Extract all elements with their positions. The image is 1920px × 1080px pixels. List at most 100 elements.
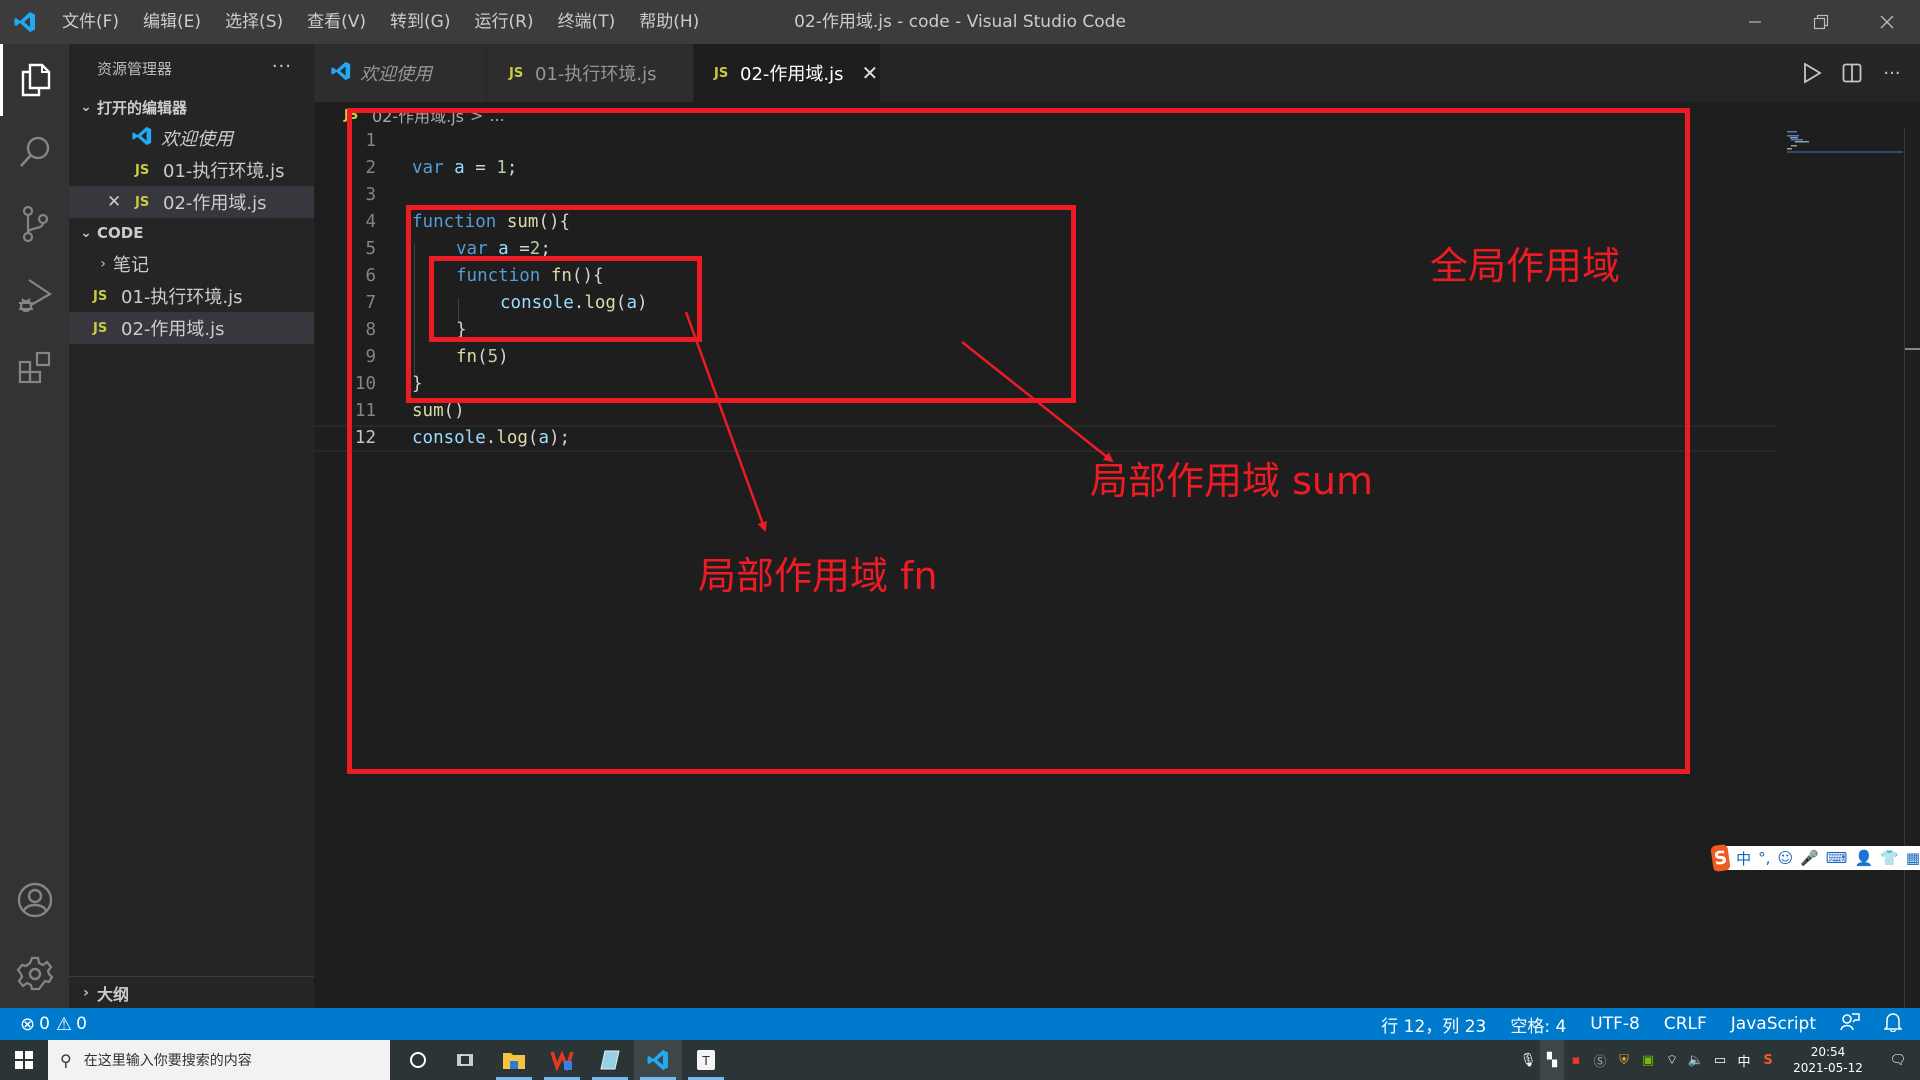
tray-nvidia-icon[interactable]: ▣ bbox=[1636, 1053, 1660, 1068]
open-editor-02[interactable]: ✕ JS 02-作用域.js bbox=[69, 186, 314, 218]
taskbar-file-explorer[interactable] bbox=[490, 1040, 538, 1080]
activity-manage[interactable] bbox=[0, 938, 69, 1010]
activity-run-debug[interactable] bbox=[0, 260, 69, 332]
ime-mode-chinese[interactable]: 中 bbox=[1736, 848, 1751, 869]
tray-app-icon[interactable]: ▚ bbox=[1540, 1040, 1564, 1080]
wifi-icon[interactable]: ⌔ bbox=[1660, 1052, 1684, 1068]
tray-security-icon[interactable]: ⛨ bbox=[1612, 1053, 1636, 1068]
menu-terminal[interactable]: 终端(T) bbox=[546, 0, 628, 44]
run-button[interactable] bbox=[1792, 62, 1832, 84]
split-editor-button[interactable] bbox=[1832, 63, 1872, 83]
tray-sogou-icon[interactable]: S bbox=[1756, 1053, 1780, 1068]
tree-file-02[interactable]: JS 02-作用域.js bbox=[69, 312, 314, 344]
windows-taskbar: ⚲ 在这里输入你要搜索的内容 T 🎙 ▚ ▪ Ⓢ ⛨ ▣ ⌔ 🔈 ▭ 中 S 2… bbox=[0, 1040, 1920, 1080]
language-mode[interactable]: JavaScript bbox=[1719, 1014, 1828, 1034]
tray-skype-icon[interactable]: Ⓢ bbox=[1588, 1051, 1612, 1070]
activity-explorer[interactable] bbox=[0, 44, 69, 116]
js-file-icon: JS bbox=[93, 320, 108, 336]
user-icon[interactable]: 👤 bbox=[1854, 849, 1873, 867]
taskbar-notepad-app[interactable] bbox=[586, 1040, 634, 1080]
folder-title: CODE bbox=[97, 224, 144, 242]
outline-section[interactable]: › 大纲 bbox=[69, 976, 314, 1008]
menu-run[interactable]: 运行(R) bbox=[462, 0, 545, 44]
menu-bar: 文件(F) 编辑(E) 选择(S) 查看(V) 转到(G) 运行(R) 终端(T… bbox=[50, 0, 711, 44]
clock[interactable]: 20:54 2021-05-12 bbox=[1788, 1044, 1868, 1076]
taskbar-typora[interactable]: T bbox=[682, 1040, 730, 1080]
error-icon: ⊗ bbox=[20, 1013, 36, 1035]
minimap[interactable] bbox=[1786, 128, 1904, 168]
encoding[interactable]: UTF-8 bbox=[1578, 1014, 1652, 1034]
end-of-line[interactable]: CRLF bbox=[1652, 1014, 1719, 1034]
close-tab-button[interactable]: ✕ bbox=[862, 61, 879, 85]
battery-icon[interactable]: ▭ bbox=[1708, 1053, 1732, 1068]
ime-toolbar[interactable]: S 中 °, ☺ 🎤 ⌨ 👤 👕 ▦ bbox=[1710, 843, 1920, 873]
taskbar-search-box[interactable]: ⚲ 在这里输入你要搜索的内容 bbox=[48, 1040, 390, 1080]
more-actions-button[interactable]: ··· bbox=[272, 56, 292, 77]
js-file-icon: JS bbox=[509, 65, 524, 81]
close-editor-button[interactable]: ✕ bbox=[107, 192, 121, 212]
minimize-icon bbox=[1749, 21, 1761, 23]
taskbar-vscode[interactable] bbox=[634, 1040, 682, 1080]
microphone-icon[interactable]: 🎤 bbox=[1800, 849, 1819, 867]
tray-ime-indicator[interactable]: 中 bbox=[1732, 1051, 1756, 1070]
menu-view[interactable]: 查看(V) bbox=[295, 0, 378, 44]
notepad-icon bbox=[600, 1050, 620, 1070]
task-view-button[interactable] bbox=[442, 1040, 490, 1080]
minimize-button[interactable] bbox=[1722, 0, 1788, 44]
vscode-icon bbox=[131, 125, 161, 152]
wps-icon bbox=[550, 1050, 574, 1071]
activity-source-control[interactable] bbox=[0, 188, 69, 260]
open-editor-01[interactable]: JS 01-执行环境.js bbox=[69, 154, 314, 186]
cursor-position[interactable]: 行 12，列 23 bbox=[1369, 1012, 1498, 1037]
editor-actions: ··· bbox=[1792, 44, 1912, 102]
vscode-logo-icon bbox=[0, 0, 50, 44]
tab-02-active[interactable]: JS 02-作用域.js ✕ bbox=[694, 44, 881, 102]
open-editor-welcome[interactable]: 欢迎使用 bbox=[69, 122, 314, 154]
skin-icon[interactable]: 👕 bbox=[1880, 849, 1899, 867]
clock-date: 2021-05-12 bbox=[1793, 1061, 1863, 1075]
notifications-button[interactable] bbox=[1872, 1012, 1920, 1037]
chevron-down-icon: ⌄ bbox=[80, 99, 92, 115]
status-bar: ⊗ 0 ⚠ 0 行 12，列 23 空格: 4 UTF-8 CRLF JavaS… bbox=[0, 1008, 1920, 1040]
menu-selection[interactable]: 选择(S) bbox=[213, 0, 295, 44]
close-window-button[interactable] bbox=[1854, 0, 1920, 44]
problems-indicator[interactable]: ⊗ 0 ⚠ 0 bbox=[0, 1014, 87, 1035]
start-button[interactable] bbox=[0, 1040, 48, 1080]
action-center-icon[interactable]: 🗨 bbox=[1876, 1053, 1920, 1068]
keyboard-icon[interactable]: ⌨ bbox=[1826, 849, 1848, 867]
menu-go[interactable]: 转到(G) bbox=[378, 0, 462, 44]
clock-time: 20:54 bbox=[1810, 1045, 1846, 1059]
cortana-button[interactable] bbox=[394, 1040, 442, 1080]
activity-search[interactable] bbox=[0, 116, 69, 188]
menu-edit[interactable]: 编辑(E) bbox=[131, 0, 213, 44]
taskbar-wps[interactable] bbox=[538, 1040, 586, 1080]
open-editors-section[interactable]: ⌄ 打开的编辑器 bbox=[69, 92, 314, 122]
ime-punctuation[interactable]: °, bbox=[1758, 849, 1770, 867]
feedback-button[interactable] bbox=[1828, 1012, 1872, 1037]
indentation[interactable]: 空格: 4 bbox=[1498, 1012, 1578, 1037]
tab-label: 01-执行环境.js bbox=[535, 64, 657, 85]
restore-button[interactable] bbox=[1788, 0, 1854, 44]
emoji-icon[interactable]: ☺ bbox=[1777, 849, 1793, 867]
run-debug-icon bbox=[18, 279, 52, 313]
activity-bar bbox=[0, 44, 69, 1008]
menu-help[interactable]: 帮助(H) bbox=[627, 0, 711, 44]
cortana-icon bbox=[410, 1052, 426, 1068]
more-editor-actions-button[interactable]: ··· bbox=[1872, 63, 1912, 84]
tab-welcome[interactable]: 欢迎使用 bbox=[314, 44, 487, 102]
tree-file-01[interactable]: JS 01-执行环境.js bbox=[69, 280, 314, 312]
activity-extensions[interactable] bbox=[0, 332, 69, 404]
tab-01[interactable]: JS 01-执行环境.js bbox=[487, 44, 694, 102]
fn-scope-box bbox=[429, 256, 702, 342]
folder-section-code[interactable]: ⌄ CODE bbox=[69, 218, 314, 248]
account-icon bbox=[17, 882, 52, 918]
tree-folder-notes[interactable]: › 笔记 bbox=[69, 248, 314, 280]
editor-scrollbar[interactable] bbox=[1904, 128, 1920, 1008]
volume-icon[interactable]: 🔈 bbox=[1684, 1053, 1708, 1068]
tray-usb-icon[interactable]: ▪ bbox=[1564, 1053, 1588, 1068]
toolbox-icon[interactable]: ▦ bbox=[1906, 849, 1920, 867]
microphone-icon[interactable]: 🎙 bbox=[1516, 1053, 1540, 1068]
menu-file[interactable]: 文件(F) bbox=[50, 0, 131, 44]
activity-accounts[interactable] bbox=[0, 864, 69, 936]
tab-label: 欢迎使用 bbox=[360, 64, 432, 85]
